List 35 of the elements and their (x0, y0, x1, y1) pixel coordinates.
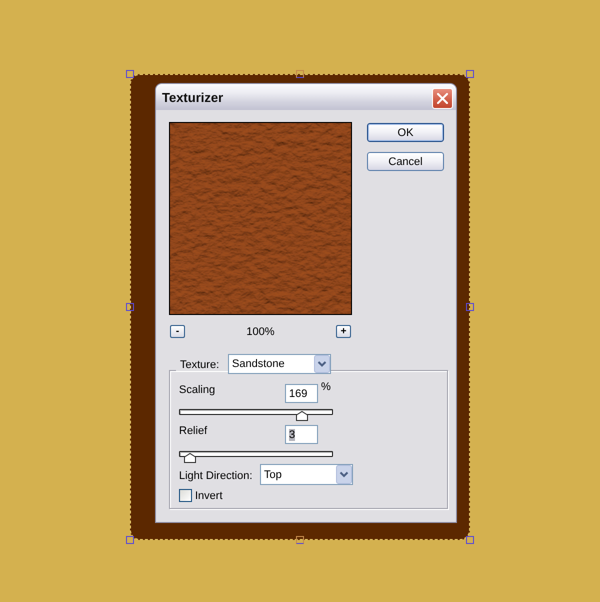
handle-icon[interactable] (466, 536, 474, 544)
slider-label: Relief (179, 425, 208, 437)
slider-thumb[interactable] (296, 411, 308, 421)
handle-icon[interactable] (466, 70, 474, 78)
cancel-button[interactable]: Cancel (367, 152, 444, 171)
invert-checkbox[interactable] (179, 489, 192, 502)
handle-icon[interactable] (126, 70, 134, 78)
unit-label: % (321, 381, 331, 393)
handle-icon[interactable] (126, 536, 134, 544)
slider-track[interactable] (179, 407, 333, 421)
texture-label: Texture: (176, 357, 228, 371)
light-direction-label: Light Direction: (179, 469, 254, 482)
field-value-text: 169 (289, 388, 308, 400)
texture-dropdown[interactable]: Sandstone (228, 354, 331, 374)
zoom-level: 100% (246, 326, 275, 338)
checkbox-label: Invert (195, 490, 223, 502)
chevron-down-icon (314, 355, 330, 373)
field-value-text: 3 (289, 428, 296, 440)
zoom-out-button[interactable]: - (170, 325, 185, 338)
slider-track[interactable] (179, 449, 333, 463)
handle-icon[interactable] (296, 536, 304, 544)
handle-icon[interactable] (466, 303, 474, 311)
handle-icon[interactable] (296, 70, 304, 78)
chevron-down-icon (336, 465, 352, 484)
zoom-in-button[interactable]: + (336, 325, 351, 338)
handle-icon[interactable] (126, 303, 134, 311)
slider-thumb[interactable] (184, 453, 196, 463)
close-button[interactable] (432, 88, 453, 108)
close-icon (437, 92, 448, 104)
value-field[interactable]: 3 (285, 425, 318, 444)
light-direction-dropdown[interactable]: Top (260, 464, 353, 485)
slider-label: Scaling (179, 384, 216, 396)
ok-button[interactable]: OK (367, 123, 444, 142)
value-field[interactable]: 169 (285, 384, 318, 403)
window-title: Texturizer (162, 90, 224, 104)
